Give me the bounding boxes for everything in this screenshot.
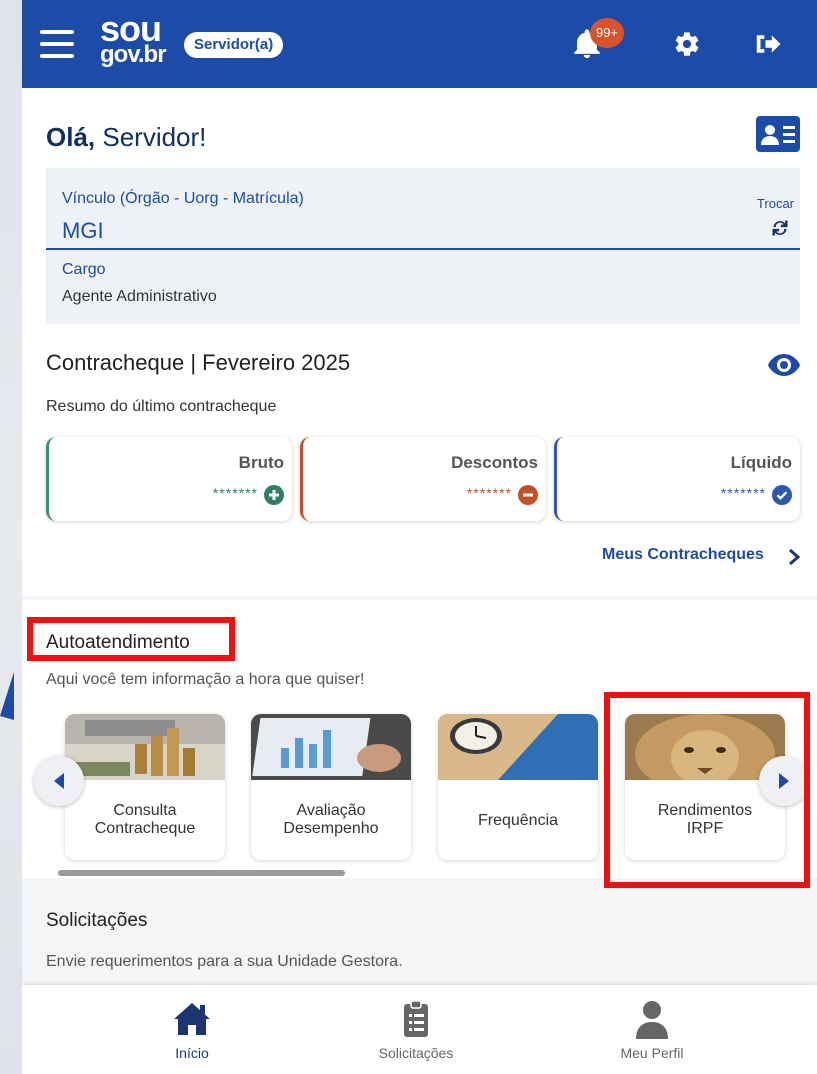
service-card-consulta-contracheque[interactable]: Consulta Contracheque bbox=[65, 714, 225, 860]
solicitacoes-subtitle: Envie requerimentos para a sua Unidade G… bbox=[46, 953, 403, 970]
greeting-title: Olá, Servidor! bbox=[46, 122, 206, 153]
descontos-card[interactable]: Descontos ******* bbox=[300, 437, 546, 521]
nav-item-meu-perfil[interactable]: Meu Perfil bbox=[562, 985, 742, 1074]
app-screen: sou gov.br Servidor(a) 99+ Olá, Servidor… bbox=[22, 0, 817, 1074]
background-strip bbox=[0, 0, 22, 1074]
carousel-prev-button[interactable] bbox=[34, 756, 84, 806]
service-label-line1: Frequência bbox=[477, 812, 559, 829]
descontos-label: Descontos bbox=[451, 453, 538, 472]
highlight-box-rendimentos bbox=[604, 692, 810, 888]
greeting-prefix: Olá, bbox=[46, 122, 103, 152]
bottom-navigation: Início Solicitações Meu Perfil bbox=[22, 985, 817, 1074]
highlight-box-autoatendimento bbox=[27, 617, 235, 661]
vinculo-value[interactable]: MGI bbox=[62, 218, 104, 244]
hamburger-menu-icon[interactable] bbox=[40, 30, 74, 58]
tablet-chart-image bbox=[251, 714, 411, 780]
settings-button[interactable] bbox=[667, 24, 707, 64]
cargo-label: Cargo bbox=[62, 261, 106, 278]
nav-label: Meu Perfil bbox=[620, 1045, 684, 1061]
eye-icon[interactable] bbox=[767, 352, 801, 378]
nav-item-inicio[interactable]: Início bbox=[102, 985, 282, 1074]
service-label-line1: Consulta bbox=[113, 802, 177, 819]
sou-govbr-logo: sou gov.br bbox=[100, 8, 167, 68]
arrow-pointer-icon bbox=[0, 672, 14, 720]
coins-laptop-image bbox=[65, 714, 225, 780]
clipboard-list-icon bbox=[404, 1000, 428, 1037]
service-label-line1: Avaliação bbox=[296, 802, 366, 819]
vinculo-selector[interactable]: Vínculo (Órgão - Uorg - Matrícula) MGI T… bbox=[46, 168, 800, 324]
trocar-label[interactable]: Trocar bbox=[757, 196, 794, 211]
bruto-value: ******* bbox=[212, 485, 258, 501]
liquido-value: ******* bbox=[720, 485, 766, 501]
nav-label: Solicitações bbox=[378, 1045, 454, 1061]
meus-contracheques-link[interactable]: Meus Contracheques bbox=[602, 546, 764, 564]
autoatendimento-subtitle: Aqui você tem informação a hora que quis… bbox=[46, 671, 365, 688]
service-card-frequencia[interactable]: Frequência bbox=[438, 714, 598, 860]
liquido-card[interactable]: Líquido ******* bbox=[554, 437, 800, 521]
vinculo-underline bbox=[46, 248, 800, 250]
role-badge: Servidor(a) bbox=[184, 32, 284, 58]
service-label-line2: Contracheque bbox=[94, 820, 196, 838]
sign-out-icon bbox=[756, 35, 781, 53]
service-label: Frequência bbox=[438, 812, 598, 830]
id-card-icon[interactable] bbox=[756, 116, 800, 152]
chevron-right-icon[interactable] bbox=[788, 549, 800, 565]
sync-icon[interactable] bbox=[770, 218, 790, 238]
minus-circle-icon bbox=[518, 485, 538, 505]
gear-icon bbox=[675, 32, 699, 56]
service-label: Avaliação Desempenho bbox=[251, 802, 411, 839]
top-header: sou gov.br Servidor(a) 99+ bbox=[22, 0, 817, 88]
solicitacoes-title: Solicitações bbox=[46, 910, 148, 931]
nav-item-solicitacoes[interactable]: Solicitações bbox=[326, 985, 506, 1074]
check-circle-icon bbox=[772, 485, 792, 505]
bruto-label: Bruto bbox=[238, 453, 284, 472]
cargo-value: Agente Administrativo bbox=[62, 288, 217, 305]
notification-count-badge: 99+ bbox=[590, 18, 624, 48]
caret-left-icon bbox=[54, 773, 64, 789]
contracheque-title: Contracheque | Fevereiro 2025 bbox=[46, 350, 351, 375]
descontos-value: ******* bbox=[466, 485, 512, 501]
logout-button[interactable] bbox=[748, 24, 788, 64]
service-label-line2: Desempenho bbox=[283, 820, 379, 838]
pocket-watch-image bbox=[438, 714, 598, 780]
service-card-avaliacao-desempenho[interactable]: Avaliação Desempenho bbox=[251, 714, 411, 860]
carousel-scrollbar[interactable] bbox=[58, 870, 345, 876]
service-label: Consulta Contracheque bbox=[65, 802, 225, 839]
contracheque-subtitle: Resumo do último contracheque bbox=[46, 398, 277, 415]
plus-circle-icon bbox=[264, 485, 284, 505]
logo-line2: gov.br bbox=[100, 40, 167, 68]
nav-label: Início bbox=[175, 1045, 209, 1061]
home-icon bbox=[174, 1003, 210, 1035]
greeting-name: Servidor! bbox=[102, 122, 207, 152]
bruto-card[interactable]: Bruto ******* bbox=[46, 437, 292, 521]
vinculo-label: Vínculo (Órgão - Uorg - Matrícula) bbox=[62, 190, 304, 207]
liquido-label: Líquido bbox=[730, 453, 792, 472]
user-icon bbox=[636, 1001, 668, 1039]
logo-line1: sou bbox=[100, 8, 162, 49]
